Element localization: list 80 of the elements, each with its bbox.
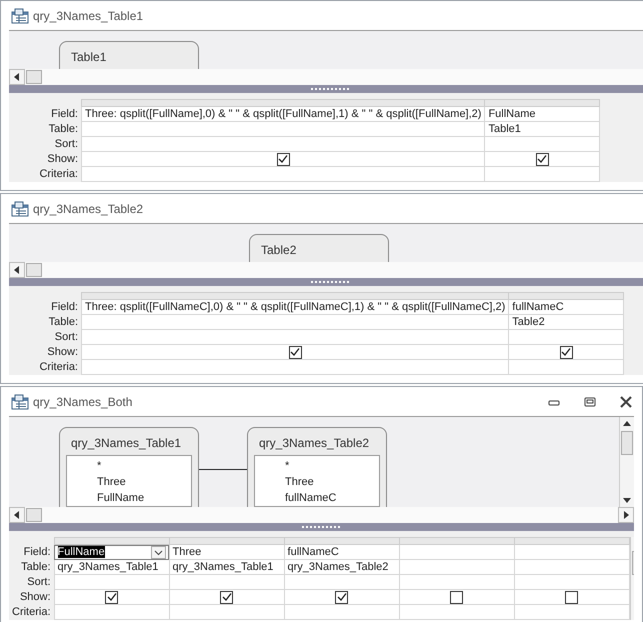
row-label: Criteria: (39, 168, 78, 180)
row-label: Field: (51, 301, 78, 313)
field-value[interactable]: FullName (488, 108, 536, 120)
field-cell[interactable] (514, 544, 630, 560)
table-value[interactable]: qry_3Names_Table2 (288, 561, 388, 573)
table-box[interactable]: Table2 (249, 234, 389, 262)
field-cell[interactable]: Three (169, 544, 284, 560)
table-name: qry_3Names_Table1 (70, 435, 182, 452)
query-icon (11, 394, 29, 410)
table-box[interactable]: qry_3Names_Table2 * Three fullNameC (247, 427, 387, 507)
table-value[interactable]: qry_3Names_Table1 (172, 561, 274, 573)
field-cell[interactable]: fullNameC (284, 544, 400, 560)
horizontal-scroll-bar[interactable] (9, 507, 634, 523)
field-name[interactable]: fullNameC (285, 490, 379, 506)
field-cell[interactable] (399, 544, 514, 560)
table-name: qry_3Names_Table2 (258, 435, 370, 452)
field-value[interactable]: Three: qsplit([FullNameC],0) & " " & qsplit([FullNameC],1) & " " & qsplit([FullNameC],2) (85, 301, 506, 313)
show-checkbox[interactable] (565, 590, 578, 604)
show-checkbox[interactable] (335, 590, 348, 604)
window-title: qry_3Names_Both (33, 394, 132, 408)
table-box[interactable]: Table1 (59, 41, 199, 69)
query-icon (11, 200, 29, 216)
join-line (199, 469, 247, 470)
table-value[interactable]: Table1 (488, 123, 521, 135)
row-label: Sort: (54, 331, 78, 343)
row-label: Show: (47, 153, 78, 165)
show-checkbox[interactable] (288, 346, 302, 358)
scroll-thumb[interactable] (26, 263, 42, 277)
field-name[interactable]: * (97, 458, 191, 474)
field-value[interactable]: fullNameC (512, 301, 564, 313)
row-label: Table: (21, 561, 51, 573)
row-label: Table: (48, 123, 78, 135)
maximize-icon[interactable] (584, 396, 596, 406)
row-label: Criteria: (12, 606, 51, 618)
scroll-thumb[interactable] (26, 508, 42, 522)
show-checkbox[interactable] (560, 346, 573, 358)
close-icon[interactable] (620, 396, 632, 408)
field-value[interactable]: Three (172, 546, 202, 558)
horizontal-scroll-bar[interactable] (9, 262, 643, 278)
field-name[interactable]: * (285, 458, 379, 474)
field-value[interactable]: FullName (58, 546, 105, 558)
field-value[interactable]: Three: qsplit([FullName],0) & " " & qsplit([FullName],1) & " " & qsplit([FullName],2) (85, 108, 482, 120)
field-name[interactable]: FullName (97, 490, 191, 506)
table-name: Table2 (260, 242, 298, 259)
field-cell[interactable]: Three: qsplit([FullNameC],0) & " " & qsplit([FullNameC],1) & " " & qsplit([FullNameC],2) (82, 300, 509, 314)
row-label: Criteria: (39, 361, 78, 373)
scroll-thumb[interactable] (26, 70, 42, 84)
row-label: Show: (47, 346, 78, 358)
window-title: qry_3Names_Table2 (33, 202, 144, 216)
grip-icon[interactable] (311, 280, 351, 284)
field-cell[interactable]: Three: qsplit([FullName],0) & " " & qsplit([FullName],1) & " " & qsplit([FullName],2) (82, 106, 485, 122)
field-name[interactable]: Three (97, 474, 191, 490)
field-cell[interactable]: FullName (54, 544, 170, 560)
table-value[interactable]: qry_3Names_Table1 (58, 561, 158, 573)
dropdown-caret-icon[interactable] (150, 546, 166, 558)
window-title: qry_3Names_Table1 (33, 8, 144, 22)
grip-icon[interactable] (302, 525, 342, 529)
row-label: Show: (20, 591, 51, 603)
grip-icon[interactable] (311, 87, 351, 91)
row-label: Table: (48, 316, 78, 328)
show-checkbox[interactable] (450, 590, 464, 604)
field-name[interactable]: Three (285, 474, 379, 490)
vertical-scroll-bar[interactable] (619, 417, 634, 507)
row-label: Sort: (27, 576, 51, 588)
show-checkbox[interactable] (276, 152, 290, 166)
show-checkbox[interactable] (220, 590, 234, 604)
row-label: Sort: (54, 138, 78, 150)
field-cell[interactable]: FullName (484, 106, 600, 122)
field-value[interactable]: fullNameC (288, 546, 339, 558)
field-cell[interactable]: fullNameC (508, 300, 624, 314)
query-icon (11, 8, 29, 24)
table-name: Table1 (70, 49, 108, 66)
scroll-thumb[interactable] (621, 431, 633, 455)
show-checkbox[interactable] (536, 152, 549, 166)
table-value[interactable]: Table2 (512, 316, 545, 328)
table-box[interactable]: qry_3Names_Table1 * Three FullName (59, 427, 199, 507)
row-label: Field: (51, 108, 78, 120)
horizontal-scroll-bar[interactable] (9, 69, 643, 85)
row-label: Field: (24, 546, 51, 558)
show-checkbox[interactable] (105, 590, 118, 604)
